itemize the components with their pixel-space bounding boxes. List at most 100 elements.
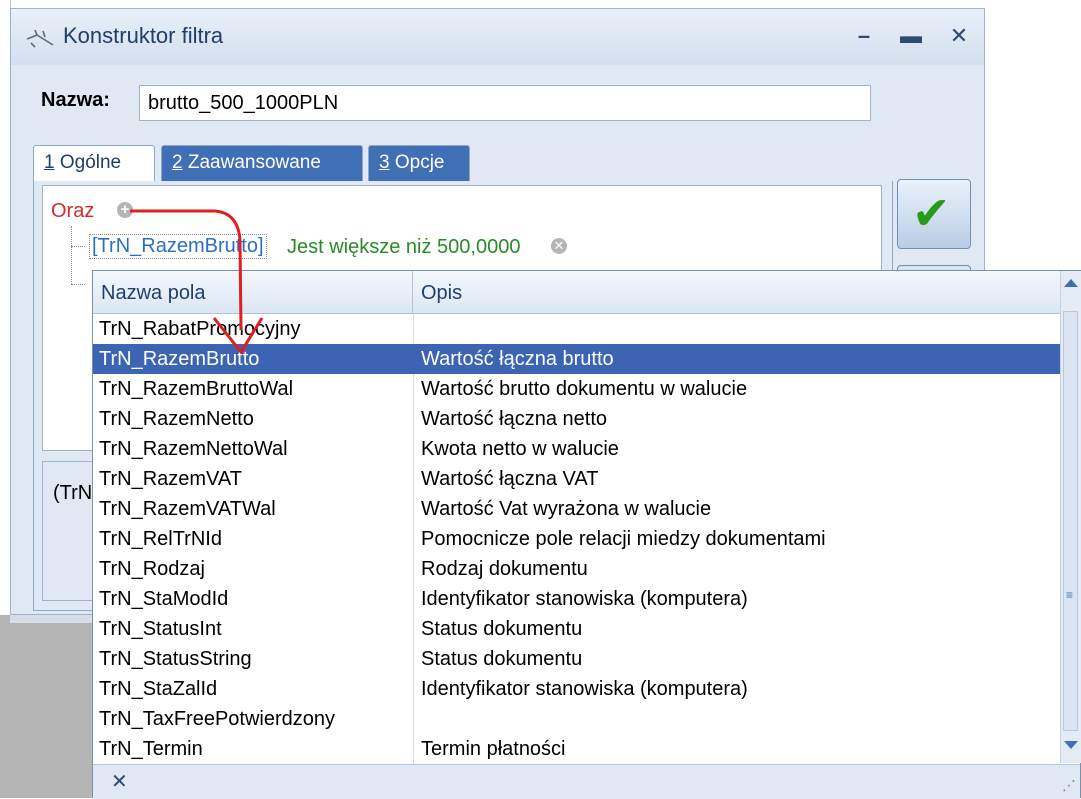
field-description-cell: Kwota netto w walucie (421, 438, 619, 460)
field-description-cell: Status dokumentu (421, 648, 583, 670)
tab-options-label: Opcje (389, 152, 445, 173)
field-name-cell: TrN_Rodzaj (99, 558, 205, 580)
column-divider (413, 524, 414, 554)
field-name-cell: TrN_RazemBrutto (99, 348, 260, 370)
popup-footer: ✕ ⋰ (93, 764, 1080, 799)
column-divider (413, 494, 414, 524)
table-row[interactable]: TrN_RazemNetto Wartość łączna netto (93, 404, 1060, 434)
field-description-cell: Wartość brutto dokumentu w walucie (421, 378, 748, 400)
field-name-cell: TrN_RabatPromocyjny (99, 318, 301, 340)
field-name-cell: TrN_StaModId (99, 588, 229, 610)
field-description-cell (421, 314, 1056, 344)
field-name-cell: TrN_RazemVATWal (99, 498, 276, 520)
vertical-scrollbar[interactable]: ≡ (1060, 271, 1081, 763)
condition-operator[interactable]: Jest większe niż 500,0000 (287, 236, 520, 259)
column-divider (413, 434, 414, 464)
table-row[interactable]: TrN_RazemVATWal Wartość Vat wyrażona w wa… (93, 494, 1060, 524)
field-description-cell: Wartość Vat wyrażona w walucie (421, 498, 712, 520)
table-row[interactable]: TrN_RelTrNId Pomocnicze pole relacji mied… (93, 524, 1060, 554)
field-name-cell: TrN_RazemBruttoWal (99, 378, 294, 400)
tab-options[interactable]: 3 Opcje (368, 145, 470, 181)
column-divider (413, 314, 414, 344)
scroll-grip-icon: ≡ (1066, 588, 1074, 602)
column-header-description[interactable]: Opis (413, 271, 1060, 313)
add-condition-icon[interactable]: + (117, 202, 133, 218)
scroll-thumb[interactable] (1063, 311, 1078, 731)
window-title: Konstruktor filtra (63, 23, 224, 48)
minimize-button[interactable]: – (846, 21, 882, 51)
field-description-cell: Pomocnicze pole relacji miedzy dokumenta… (421, 528, 826, 550)
table-row[interactable]: TrN_StatusString Status dokumentu (93, 644, 1060, 674)
table-row[interactable]: TrN_Rodzaj Rodzaj dokumentu (93, 554, 1060, 584)
scroll-up-icon[interactable] (1064, 279, 1078, 287)
popup-close-button[interactable]: ✕ (111, 769, 128, 794)
field-picker-popup: Nazwa pola Opis TrN_RabatPromocyjny TrN_R… (92, 270, 1081, 799)
ok-button[interactable]: ✔ (897, 179, 971, 249)
tab-advanced-label: Zaawansowane (182, 152, 321, 173)
table-row[interactable]: TrN_TaxFreePotwierdzony (93, 704, 1060, 734)
column-header-name[interactable]: Nazwa pola (93, 271, 413, 313)
filter-wand-icon (26, 29, 54, 48)
column-divider (413, 644, 414, 674)
column-divider (413, 614, 414, 644)
column-divider (413, 734, 414, 764)
field-description-cell: Identyfikator stanowiska (komputera) (421, 678, 748, 700)
table-row[interactable]: TrN_StaZalId Identyfikator stanowiska (ko… (93, 674, 1060, 704)
column-divider (413, 554, 414, 584)
tab-advanced-num: 2 (172, 152, 183, 173)
title-bar[interactable]: Konstruktor filtra – ▬ ✕ (11, 9, 984, 65)
remove-condition-icon[interactable]: ✕ (551, 238, 567, 254)
field-description-cell: Termin płatności (421, 738, 566, 760)
table-row[interactable]: TrN_RazemVAT Wartość łączna VAT (93, 464, 1060, 494)
field-name-cell: TrN_StatusString (99, 648, 252, 670)
field-name-cell: TrN_StaZalId (99, 678, 218, 700)
column-divider (413, 404, 414, 434)
field-description-cell: Wartość łączna netto (421, 408, 608, 430)
field-description-cell: Wartość łączna VAT (421, 468, 599, 490)
table-row[interactable]: TrN_RabatPromocyjny (93, 314, 1060, 344)
field-description-cell (421, 704, 1056, 734)
table-row[interactable]: TrN_Termin Termin płatności (93, 734, 1060, 764)
table-row[interactable]: TrN_StaModId Identyfikator stanowiska (ko… (93, 584, 1060, 614)
field-name-cell: TrN_TaxFreePotwierdzony (99, 708, 336, 730)
table-row[interactable]: TrN_RazemBruttoWal Wartość brutto dokumen… (93, 374, 1060, 404)
condition-field[interactable]: [TrN_RazemBrutto] (89, 234, 267, 259)
tab-general-num: 1 (44, 152, 55, 173)
field-description-cell: Rodzaj dokumentu (421, 558, 588, 580)
table-row[interactable]: TrN_RazemNettoWal Kwota netto w walucie (93, 434, 1060, 464)
column-divider (413, 584, 414, 614)
tree-connector (71, 284, 85, 285)
column-divider (413, 704, 414, 734)
column-divider (413, 464, 414, 494)
field-description-cell: Wartość łączna brutto (421, 348, 614, 370)
field-list: TrN_RabatPromocyjny TrN_RazemBrutto Wartoś… (93, 314, 1060, 764)
tab-general[interactable]: 1 Ogólne (33, 145, 155, 183)
field-name-cell: TrN_StatusInt (99, 618, 222, 640)
table-row-selected[interactable]: TrN_RazemBrutto Wartość łączna brutto (93, 344, 1060, 374)
field-name-cell: TrN_RazemNetto (99, 408, 254, 430)
column-divider (413, 344, 414, 374)
group-operator-link[interactable]: Oraz (51, 200, 94, 223)
close-button[interactable]: ✕ (941, 21, 977, 51)
field-description-cell: Status dokumentu (421, 618, 583, 640)
name-label: Nazwa: (41, 89, 110, 111)
grid-header: Nazwa pola Opis (93, 271, 1060, 314)
tab-general-label: Ogólne (54, 152, 122, 173)
tab-advanced[interactable]: 2 Zaawansowane (161, 145, 363, 181)
column-divider (413, 674, 414, 704)
field-name-cell: TrN_RelTrNId (99, 528, 222, 550)
table-row[interactable]: TrN_StatusInt Status dokumentu (93, 614, 1060, 644)
tab-options-num: 3 (379, 152, 390, 173)
name-input[interactable] (139, 85, 871, 121)
expression-text: (TrN (53, 482, 93, 504)
checkmark-icon: ✔ (912, 187, 951, 239)
resize-grip-icon[interactable]: ⋰ (1062, 777, 1076, 794)
field-description-cell: Identyfikator stanowiska (komputera) (421, 588, 748, 610)
maximize-button[interactable]: ▬ (893, 21, 929, 51)
field-name-cell: TrN_RazemNettoWal (99, 438, 288, 460)
background-desktop (0, 615, 92, 798)
scroll-down-icon[interactable] (1064, 741, 1078, 749)
column-divider (413, 374, 414, 404)
tree-connector (71, 226, 72, 284)
field-name-cell: TrN_RazemVAT (99, 468, 242, 490)
